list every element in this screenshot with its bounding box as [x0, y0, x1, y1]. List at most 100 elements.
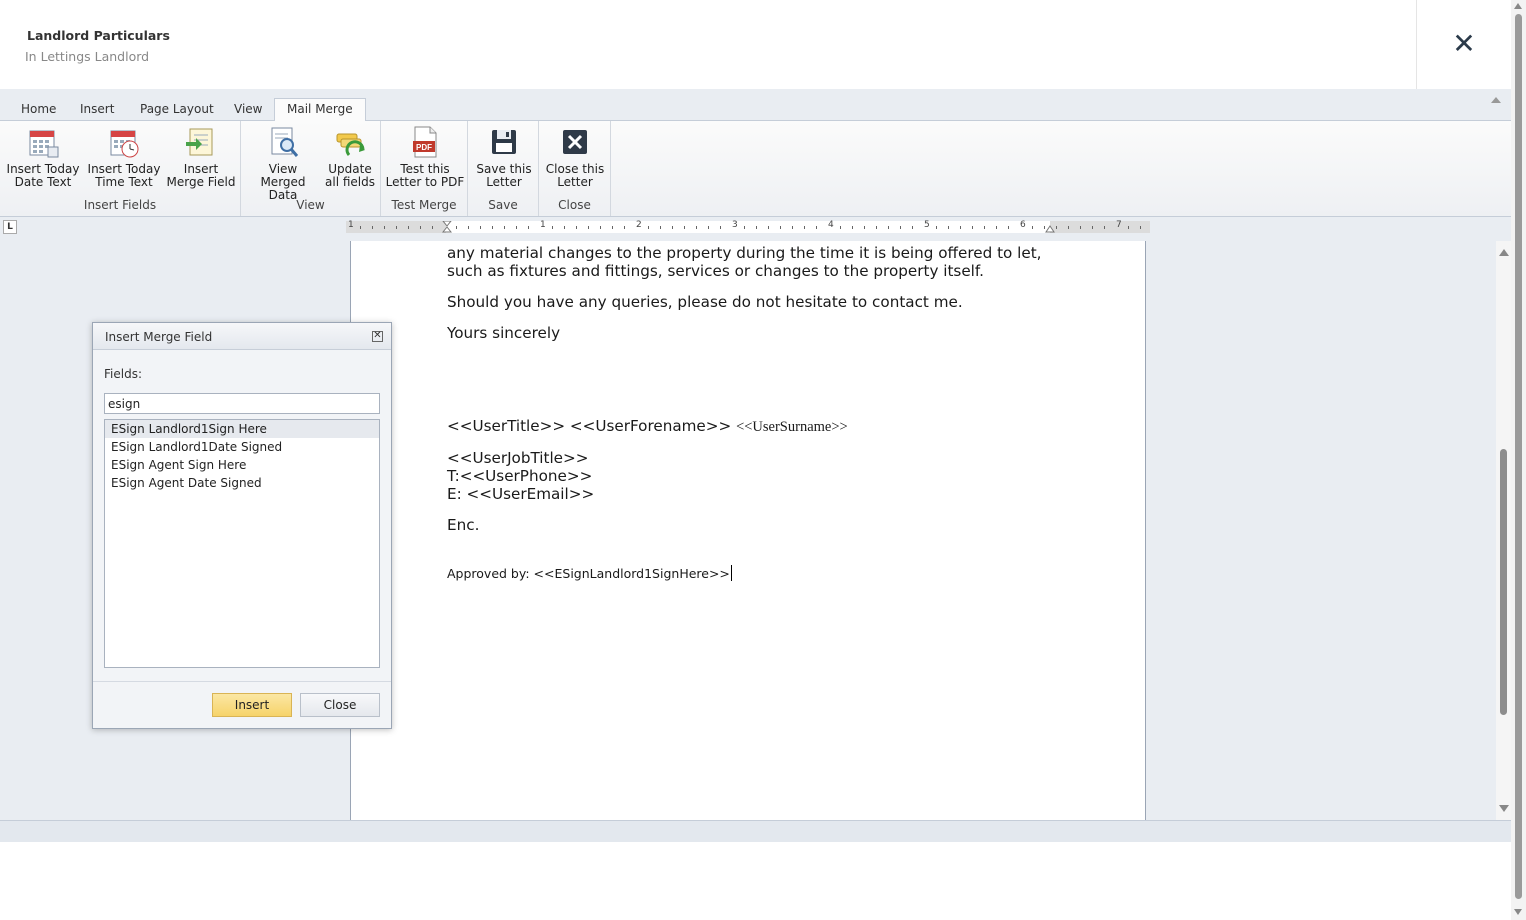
ruler-tick — [840, 226, 841, 229]
ruler-tick — [468, 226, 469, 229]
view-merged-data-button[interactable]: View Merged Data — [245, 125, 321, 202]
group-save: Save this Letter Save — [468, 121, 539, 216]
tab-page-layout[interactable]: Page Layout — [134, 99, 220, 121]
list-item[interactable]: ESign Landlord1Sign Here — [105, 420, 379, 438]
ruler-tick — [756, 226, 757, 229]
ruler-number: 1 — [348, 220, 354, 230]
tab-view[interactable]: View — [228, 99, 268, 121]
insert-merge-field-dialog: Insert Merge Field ✕ Fields: ESign Landl… — [92, 322, 392, 729]
close-button[interactable]: Close — [300, 693, 380, 717]
update-all-fields-label-2: all fields — [325, 175, 375, 189]
signature-name-line: <<UserTitle>> <<UserForename>> <<UserSur… — [447, 417, 848, 436]
ruler-tick — [564, 226, 565, 229]
ruler-tick — [768, 226, 769, 229]
list-item[interactable]: ESign Agent Sign Here — [105, 456, 379, 474]
job-title-line: <<UserJobTitle>> — [447, 449, 589, 467]
save-letter-label-1: Save this — [476, 162, 532, 176]
ruler-tick — [408, 226, 409, 229]
update-all-fields-label-1: Update — [328, 162, 372, 176]
insert-today-time-button[interactable]: Insert Today Time Text — [86, 125, 162, 189]
ruler-number: 4 — [828, 220, 834, 230]
ruler-tick — [876, 226, 877, 229]
insert-today-date-button[interactable]: Insert Today Date Text — [5, 125, 81, 189]
group-view: View Merged Data Update all fields View — [241, 121, 381, 216]
approved-by-line: Approved by: <<ESignLandlord1SignHere>> — [447, 565, 732, 583]
page-subtitle: In Lettings Landlord — [25, 49, 150, 64]
insert-today-date-label-1: Insert Today — [6, 162, 80, 176]
list-item[interactable]: ESign Landlord1Date Signed — [105, 438, 379, 456]
group-label-save: Save — [488, 198, 518, 212]
fields-search-input[interactable] — [104, 393, 380, 414]
dialog-title: Insert Merge Field — [105, 330, 213, 344]
tab-home[interactable]: Home — [15, 99, 62, 121]
ruler-tick — [672, 226, 673, 229]
update-all-fields-button[interactable]: Update all fields — [323, 125, 377, 189]
scroll-up-arrow-icon[interactable] — [1514, 3, 1522, 9]
ruler-tick — [600, 226, 601, 229]
insert-button[interactable]: Insert — [212, 693, 292, 717]
tab-mail-merge[interactable]: Mail Merge — [274, 98, 366, 122]
dialog-header: Landlord Particulars In Lettings Landlor… — [0, 0, 1511, 89]
ruler-tick — [936, 226, 937, 229]
ribbon-collapse-icon[interactable] — [1491, 97, 1501, 103]
test-letter-to-pdf-label-1: Test this — [400, 162, 450, 176]
ruler-tick — [984, 226, 985, 229]
test-letter-to-pdf-label-2: Letter to PDF — [385, 175, 465, 189]
ruler-tick — [816, 226, 817, 229]
close-icon[interactable]: ✕ — [1450, 30, 1478, 58]
ruler-tick — [360, 226, 361, 229]
ruler-tick — [1008, 226, 1009, 229]
right-indent-marker-icon[interactable] — [1045, 224, 1055, 233]
dialog-title-bar[interactable]: Insert Merge Field — [93, 323, 391, 350]
ruler-tick — [960, 226, 961, 229]
close-letter-button[interactable]: Close this Letter — [543, 125, 607, 189]
signature-name-part-a: <<UserTitle>> <<UserForename>> — [447, 417, 737, 435]
horizontal-ruler[interactable]: 1 1 2 3 4 5 6 7 — [346, 220, 1150, 233]
doc-scroll-up-icon[interactable] — [1499, 249, 1509, 256]
ruler-tick — [432, 226, 433, 229]
doc-scroll-down-icon[interactable] — [1499, 805, 1509, 812]
ruler-tick — [516, 226, 517, 229]
page-title: Landlord Particulars — [27, 28, 170, 43]
tab-insert[interactable]: Insert — [74, 99, 120, 121]
page-scrollbar[interactable] — [1511, 0, 1526, 920]
pdf-icon: PDF — [408, 125, 442, 159]
ruler-tick — [1032, 226, 1033, 229]
group-insert-fields: Insert Today Date Text Insert Today Time… — [0, 121, 241, 216]
ruler-number: 7 — [1116, 220, 1122, 230]
insert-today-time-label-2: Time Text — [95, 175, 153, 189]
save-letter-button[interactable]: Save this Letter — [472, 125, 536, 189]
insert-merge-field-label-1: Insert — [183, 162, 219, 176]
ruler-tick — [912, 226, 913, 229]
ruler-tick — [612, 226, 613, 229]
ribbon-tab-strip: Home Insert Page Layout View Mail Merge — [0, 89, 1511, 122]
ruler-tick — [996, 226, 997, 229]
list-item[interactable]: ESign Agent Date Signed — [105, 474, 379, 492]
close-letter-label-1: Close this — [545, 162, 605, 176]
doc-line: Yours sincerely — [447, 324, 561, 342]
document-scrollbar-thumb[interactable] — [1500, 449, 1507, 715]
calendar-clock-icon — [107, 125, 141, 159]
left-indent-marker-icon[interactable] — [442, 221, 452, 233]
document-scrollbar[interactable] — [1496, 241, 1511, 820]
dialog-close-icon[interactable]: ✕ — [372, 331, 383, 342]
insert-merge-field-button[interactable]: Insert Merge Field — [165, 125, 237, 189]
tab-stop-selector[interactable]: L — [3, 220, 17, 234]
ruler-tick — [708, 226, 709, 229]
ruler-tick — [804, 226, 805, 229]
fields-list[interactable]: ESign Landlord1Sign Here ESign Landlord1… — [104, 419, 380, 668]
page-scrollbar-thumb[interactable] — [1515, 14, 1522, 899]
ruler-tick — [852, 226, 853, 229]
ruler-number: 1 — [540, 220, 546, 230]
floppy-disk-icon — [487, 125, 521, 159]
view-merged-data-label-1: View Merged — [260, 162, 306, 189]
group-label-view: View — [296, 198, 325, 212]
document-page[interactable]: any material changes to the property dur… — [350, 241, 1146, 820]
insert-merge-field-label-2: Merge Field — [166, 175, 236, 189]
test-letter-to-pdf-button[interactable]: PDF Test this Letter to PDF — [385, 125, 465, 189]
phone-line: T:<<UserPhone>> — [447, 467, 593, 485]
ruler-tick — [588, 226, 589, 229]
ruler-row: L 1 1 2 3 4 5 6 7 — [0, 217, 1511, 241]
scroll-down-arrow-icon[interactable] — [1514, 909, 1522, 915]
dialog-footer: Insert Close — [93, 681, 391, 728]
